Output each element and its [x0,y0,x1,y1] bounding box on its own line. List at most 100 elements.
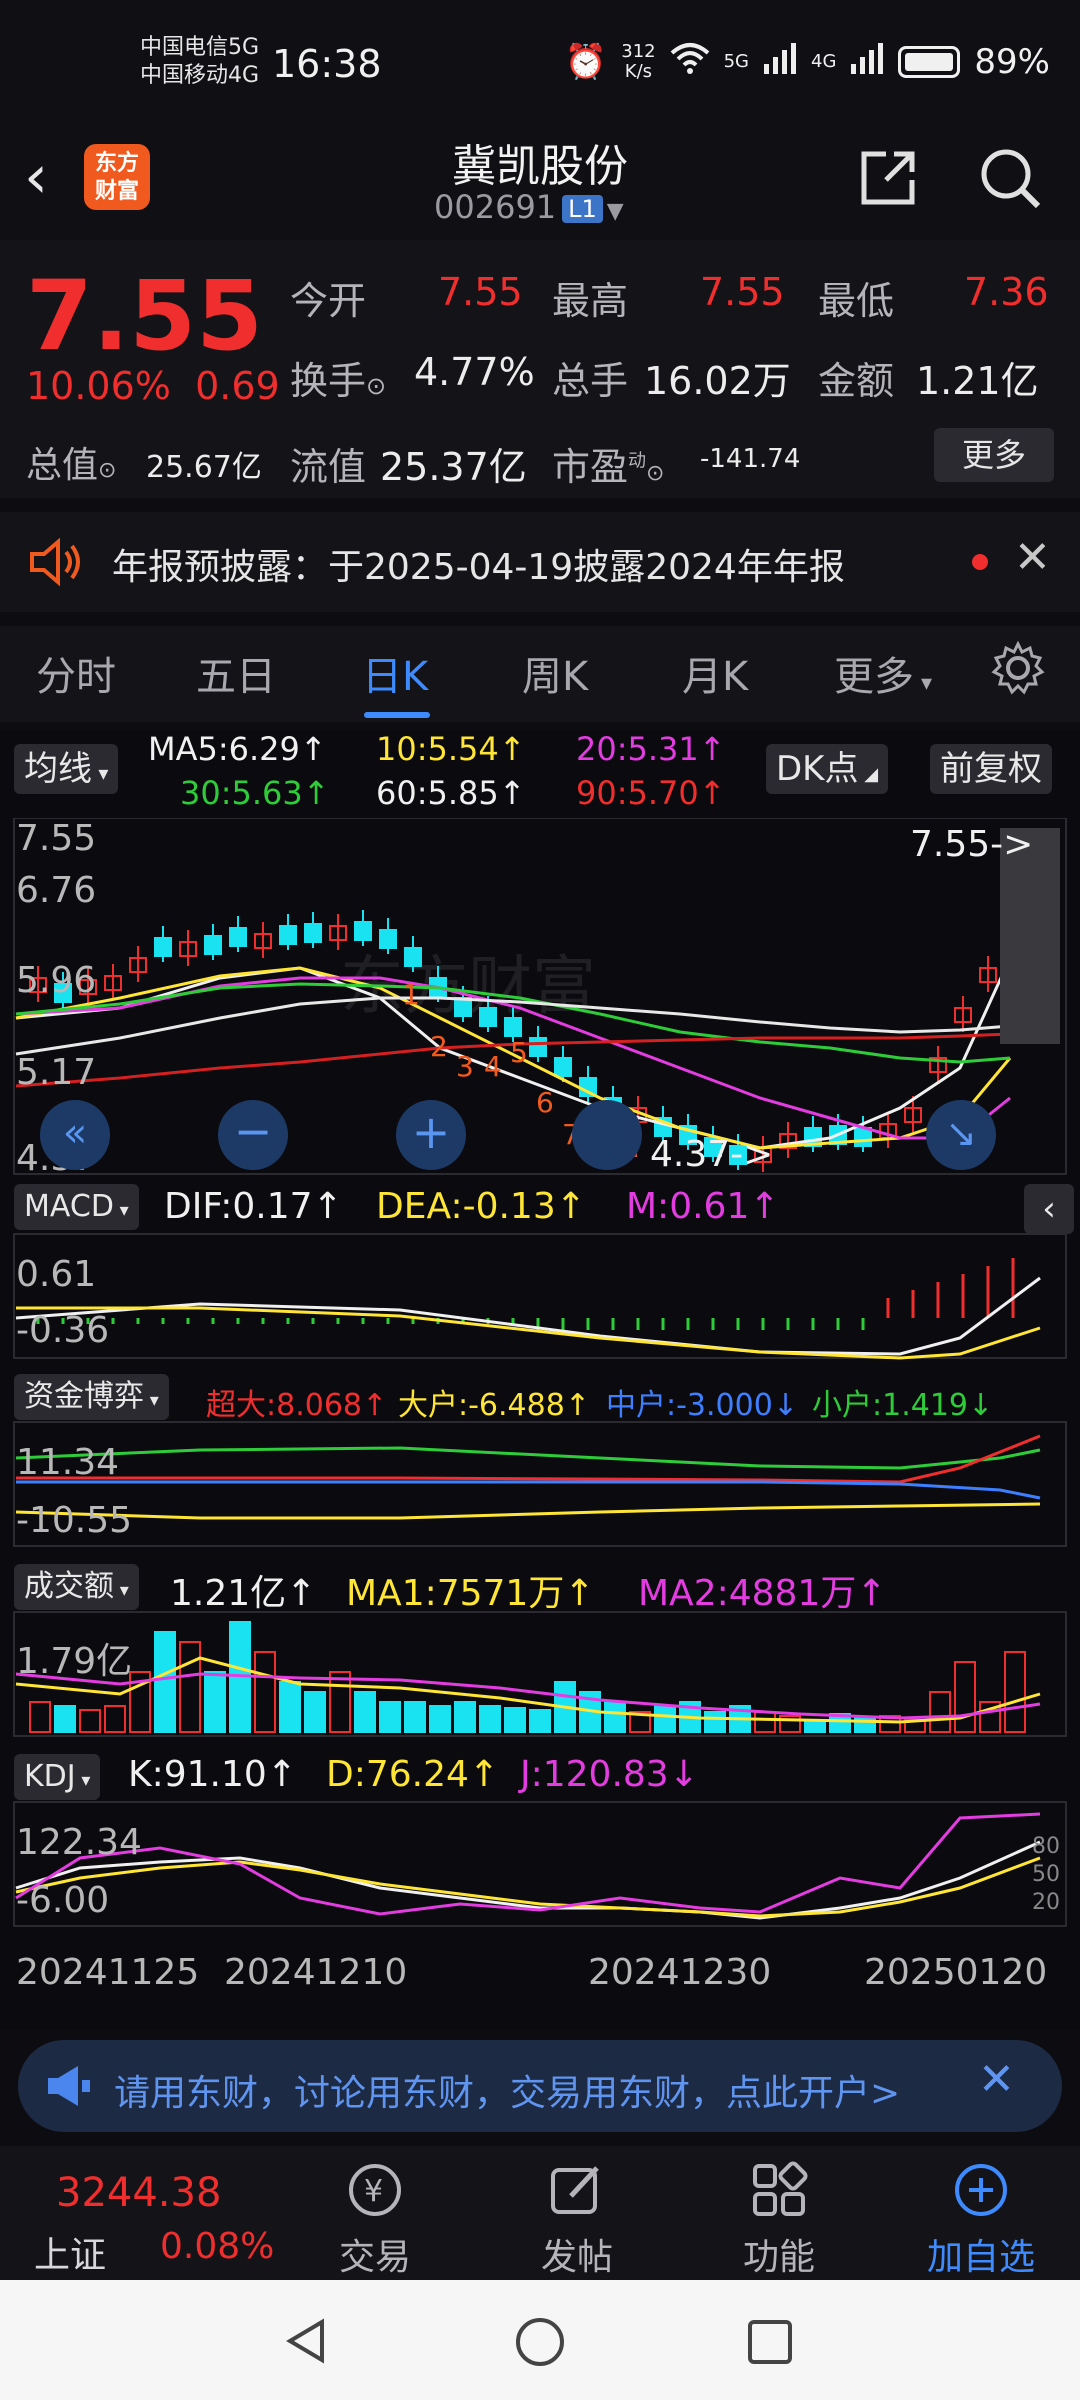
megaphone-icon [44,2062,94,2114]
fund-selector[interactable]: 资金博弈 ▾ [14,1374,169,1420]
scroll-left-button[interactable]: « [40,1100,110,1170]
collapse-chevron-icon[interactable]: ‹ [1024,1184,1074,1234]
macd-dea: DEA:-0.13↑ [376,1186,586,1227]
volume-selector[interactable]: 成交额 ▾ [14,1564,139,1610]
zoom-out-button[interactable]: − [218,1100,288,1170]
ma5-value: MA5:6.29↑ [148,730,327,768]
volume-bar [654,1705,676,1733]
kdj-selector[interactable]: KDJ ▾ [14,1754,101,1800]
nav-function[interactable]: 功能 [704,2146,854,2280]
tab-daily-k[interactable]: 日K [362,644,428,702]
status-time: 16:38 [272,42,382,86]
kdj-level-20: 20 [1032,1890,1060,1915]
volume-bar [79,1709,101,1733]
close-icon[interactable]: ✕ [978,2054,1015,2105]
index-value[interactable]: 3244.38 [56,2170,221,2216]
kdj-k: K:91.10↑ [128,1754,297,1795]
share-icon[interactable] [856,146,920,210]
close-icon[interactable]: ✕ [1014,532,1051,583]
open-account-banner[interactable]: 请用东财，讨论用东财，交易用东财，点此开户> ✕ [18,2040,1062,2132]
kdj-level-50: 50 [1032,1862,1060,1887]
status-icons: ⏰ 312 K/s 5G 4G 89% [565,40,1050,84]
price-change: 10.06% 0.69 [26,364,280,408]
active-tab-indicator [364,712,430,718]
home-circle-icon[interactable] [514,2316,566,2372]
alarm-icon: ⏰ [564,42,608,82]
net2-label: 4G [811,51,837,72]
low-value: 7.36 [964,270,1049,314]
high-value: 7.55 [700,270,785,314]
signal-icon [763,42,797,83]
zoom-in-button[interactable]: + [396,1100,466,1170]
crosshair-button[interactable] [572,1100,642,1170]
fund-y-top: 11.34 [16,1442,120,1483]
grid-icon [704,2146,854,2228]
volume-bar [379,1701,401,1733]
announcement-bar[interactable]: 年报预披露：于2025-04-19披露2024年年报 ✕ [0,512,1080,612]
macd-selector[interactable]: MACD ▾ [14,1184,139,1230]
date-label-4: 20250120 [864,1952,1048,1993]
search-icon[interactable] [978,146,1042,210]
macd-y-top: 0.61 [16,1254,97,1295]
change-percent: 10.06% [26,364,171,408]
ma-selector[interactable]: 均线 ▾ [14,744,119,794]
kdj-level-80: 80 [1032,1834,1060,1859]
volume-value: 1.21亿↑ [170,1573,317,1614]
recents-square-icon[interactable] [746,2318,794,2370]
index-name[interactable]: 上证 [34,2226,106,2278]
volume-bar [204,1671,226,1733]
stock-code-selector[interactable]: 002691 L1 ▼ [434,188,624,226]
fund-big: 大户:-6.488↑ [398,1388,590,1423]
fund-small: 小户:1.419↓ [812,1388,994,1423]
dk-point-button[interactable]: DK点 ◢ [766,744,889,794]
ma10-value: 10:5.54↑ [376,730,526,768]
volume-bar [304,1691,326,1733]
kdj-y-top: 122.34 [16,1822,142,1863]
nav-post[interactable]: 发帖 [502,2146,652,2280]
status-bar: 中国电信5G 中国移动4G 16:38 ⏰ 312 K/s 5G 4G 89% [0,0,1080,130]
battery-level: 89% [974,42,1050,82]
volume-y-top: 1.79亿 [16,1641,133,1682]
tab-five-day[interactable]: 五日 [196,644,276,702]
y-label-max: 7.55 [16,818,97,859]
announcement-text: 年报预披露：于2025-04-19披露2024年年报 [112,547,845,588]
kline-chart-area[interactable]: 均线 ▾ MA5:6.29↑ 10:5.54↑ 20:5.31↑ 30:5.63… [0,730,1080,2030]
back-triangle-icon[interactable] [282,2316,332,2370]
y-label-3: 5.96 [16,960,97,1001]
app-screen: 中国电信5G 中国移动4G 16:38 ⏰ 312 K/s 5G 4G 89% ‹… [0,0,1080,2400]
ma20-value: 20:5.31↑ [576,730,726,768]
date-label-3: 20241230 [588,1952,772,1993]
mcap-field: 总值⊙ [26,445,117,486]
turnover-field: 换手⊙ [290,359,387,403]
adjust-button[interactable]: 前复权 [930,744,1052,794]
volume-bar [479,1705,501,1733]
volume-bar [54,1705,76,1733]
kdj-j: J:120.83↓ [520,1754,699,1795]
quote-panel: 7.55 10.06% 0.69 今开 7.55 最高 7.55 最低 7.36… [0,240,1080,498]
high-field: 最高 [552,279,629,323]
period-tabs: 分时 五日 日K 周K 月K 更多 ▾ [0,626,1080,722]
volume-bar [154,1631,176,1733]
nav-add-watchlist[interactable]: 加自选 [906,2146,1056,2280]
more-button[interactable]: 更多 [934,428,1054,482]
low-field: 最低 [818,279,895,323]
volume-bar [279,1681,301,1733]
volume-bar [404,1701,426,1733]
settings-gear-icon[interactable] [990,640,1046,700]
edit-post-icon [502,2146,652,2228]
last-price: 7.55 [26,260,263,372]
index-percent[interactable]: 0.08% [160,2226,274,2267]
max-price-marker: 7.55-> [910,824,1034,865]
banner-text: 请用东财，讨论用东财，交易用东财，点此开户> [114,2073,901,2114]
seq-label-4: 4 [484,1050,502,1083]
volume-bar [529,1709,551,1733]
expand-arrow-icon[interactable]: ↘ [926,1100,996,1170]
nav-trade[interactable]: ¥ 交易 [300,2146,450,2280]
level-badge: L1 [562,195,603,223]
tab-intraday[interactable]: 分时 [36,644,116,702]
tab-weekly-k[interactable]: 周K [522,644,588,702]
tab-more[interactable]: 更多 ▾ [834,644,932,702]
stock-header: ‹ 东方 财富 冀凯股份 002691 L1 ▼ [0,130,1080,240]
tab-monthly-k[interactable]: 月K [682,644,748,702]
float-value: 25.37亿 [380,445,527,489]
